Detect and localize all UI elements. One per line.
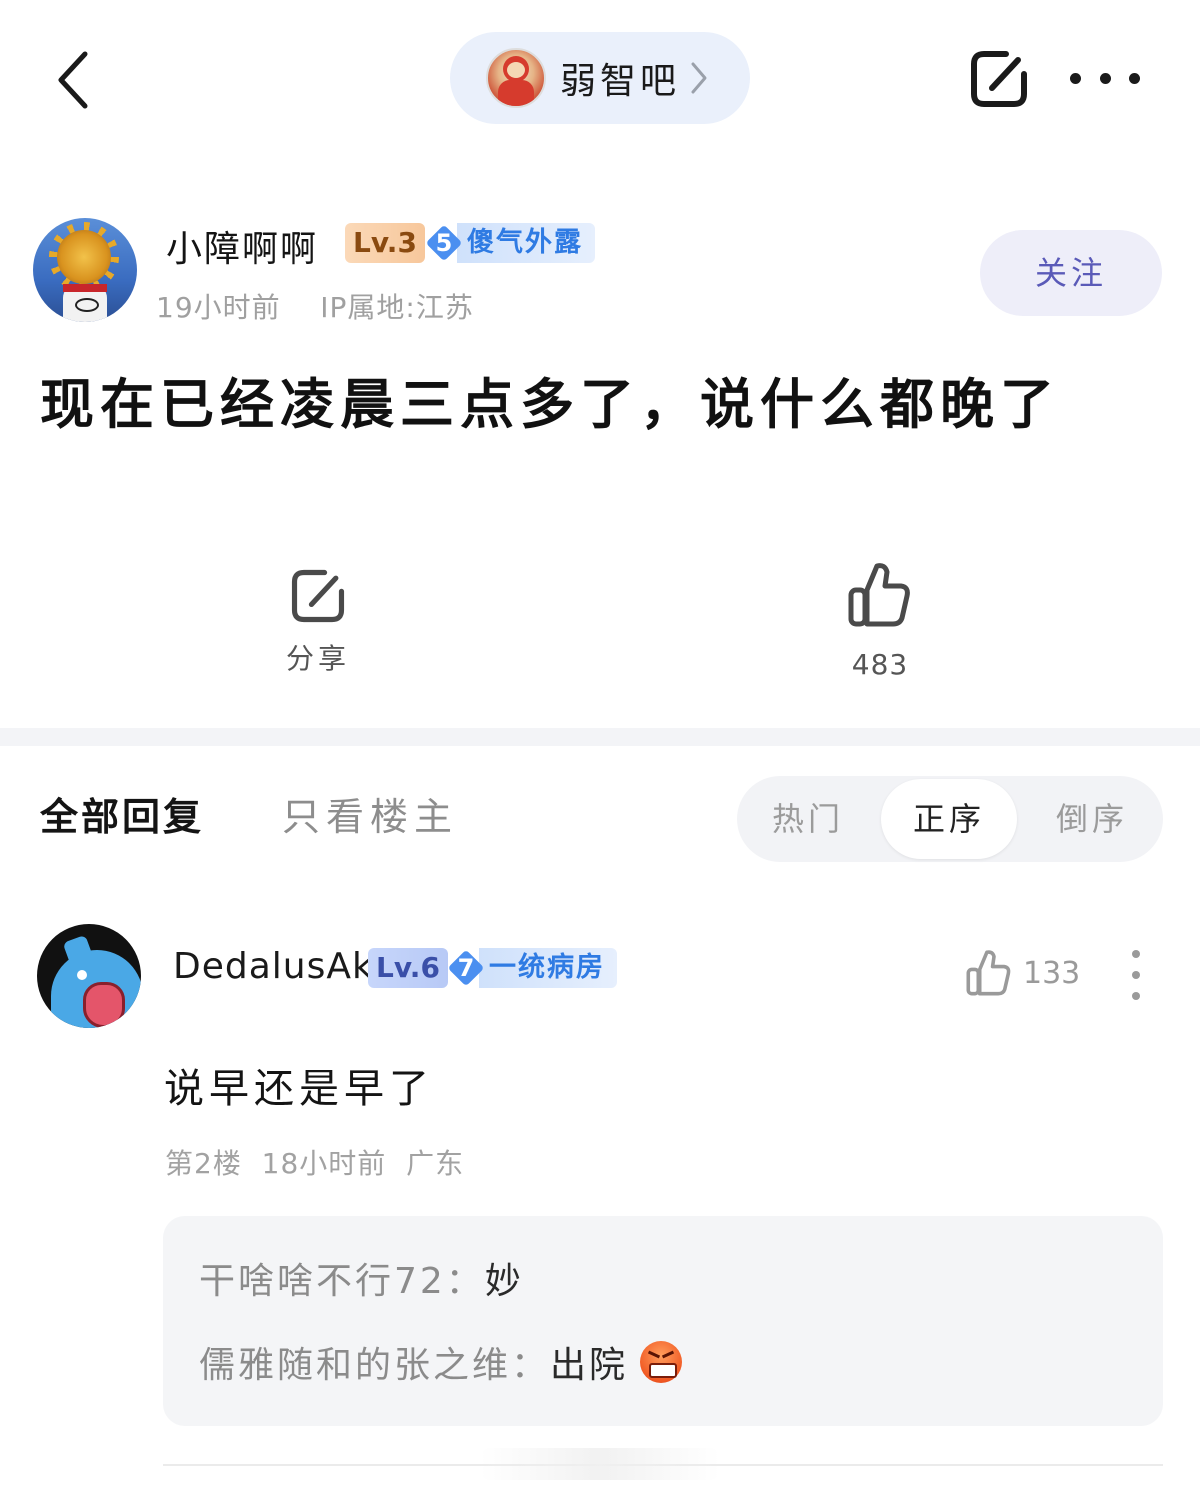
sub-reply: 干啥啥不行72：妙 [199, 1252, 524, 1304]
ip-location: IP属地:江苏 [320, 291, 474, 324]
author-honor-badge: 5 傻气外露 [425, 223, 595, 263]
dot-icon [1132, 992, 1140, 1000]
share-icon [971, 51, 1027, 107]
more-options-button[interactable] [1070, 58, 1140, 98]
sort-descending[interactable]: 倒序 [1021, 776, 1163, 862]
honor-title: 一统病房 [479, 948, 617, 988]
dot-icon [1099, 72, 1111, 84]
section-divider [0, 728, 1200, 746]
comment-text: 说早还是早了 [164, 1066, 434, 1112]
sub-reply-author[interactable]: 干啥啥不行72： [199, 1261, 485, 1302]
chevron-right-icon [691, 62, 707, 94]
post-meta: 19小时前 IP属地:江苏 [156, 286, 474, 326]
sort-hot[interactable]: 热门 [737, 776, 879, 862]
watermark [480, 1448, 720, 1480]
share-action[interactable]: 分享 [278, 565, 358, 677]
forum-avatar [486, 48, 546, 108]
chevron-left-icon [58, 51, 88, 109]
dot-icon [1070, 72, 1081, 84]
sort-toggle: 热门 正序 倒序 [737, 776, 1163, 862]
comment-like-button[interactable]: 133 [965, 948, 1080, 998]
dot-icon [1129, 72, 1140, 84]
author-avatar[interactable] [33, 218, 137, 322]
like-count: 483 [851, 648, 909, 681]
tab-all-replies[interactable]: 全部回复 [40, 786, 204, 841]
thumbs-up-icon [966, 950, 1011, 996]
post-time: 19小时前 [156, 291, 281, 324]
back-button[interactable] [40, 40, 110, 120]
follow-button[interactable]: 关注 [980, 230, 1162, 316]
like-action[interactable]: 483 [840, 560, 920, 681]
sub-reply-author[interactable]: 儒雅随和的张之维： [199, 1345, 550, 1386]
angry-face-emoji-icon [640, 1341, 683, 1383]
sub-reply-text: 出院 [550, 1345, 629, 1386]
sub-reply-text: 妙 [484, 1261, 524, 1302]
diamond-icon: 7 [447, 949, 485, 987]
comment-time: 18小时前 [261, 1147, 387, 1180]
diamond-icon: 5 [425, 224, 463, 262]
share-icon [291, 569, 345, 623]
sub-reply: 儒雅随和的张之维：出院 [199, 1336, 683, 1388]
thumbs-up-icon [848, 563, 910, 627]
share-button-top[interactable] [966, 46, 1032, 112]
forum-name: 弱智吧 [560, 61, 681, 102]
dot-icon [1132, 971, 1140, 979]
comment-more-button[interactable] [1128, 950, 1144, 1000]
author-level-badge: Lv.3 [345, 223, 425, 263]
sort-ascending[interactable]: 正序 [881, 779, 1017, 859]
commenter-level-badge: Lv.6 [368, 948, 448, 988]
author-name[interactable]: 小障啊啊 [166, 220, 318, 272]
comment-floor: 第2楼 [165, 1147, 242, 1180]
commenter-honor-badge: 7 一统病房 [447, 948, 617, 988]
tab-host-only[interactable]: 只看楼主 [282, 786, 458, 841]
share-label: 分享 [285, 642, 350, 675]
comment-meta: 第2楼 18小时前 广东 [165, 1142, 464, 1182]
honor-title: 傻气外露 [457, 223, 595, 263]
post-title: 现在已经凌晨三点多了，说什么都晚了 [40, 373, 1060, 436]
comment-location: 广东 [406, 1147, 465, 1180]
dot-icon [1132, 950, 1140, 958]
comment-like-count: 133 [1023, 955, 1081, 991]
forum-entry-pill[interactable]: 弱智吧 [450, 32, 750, 124]
commenter-avatar[interactable] [37, 924, 141, 1028]
commenter-name[interactable]: DedalusAki [173, 946, 385, 987]
sub-replies-box[interactable]: 干啥啥不行72：妙 儒雅随和的张之维：出院 [163, 1216, 1163, 1426]
